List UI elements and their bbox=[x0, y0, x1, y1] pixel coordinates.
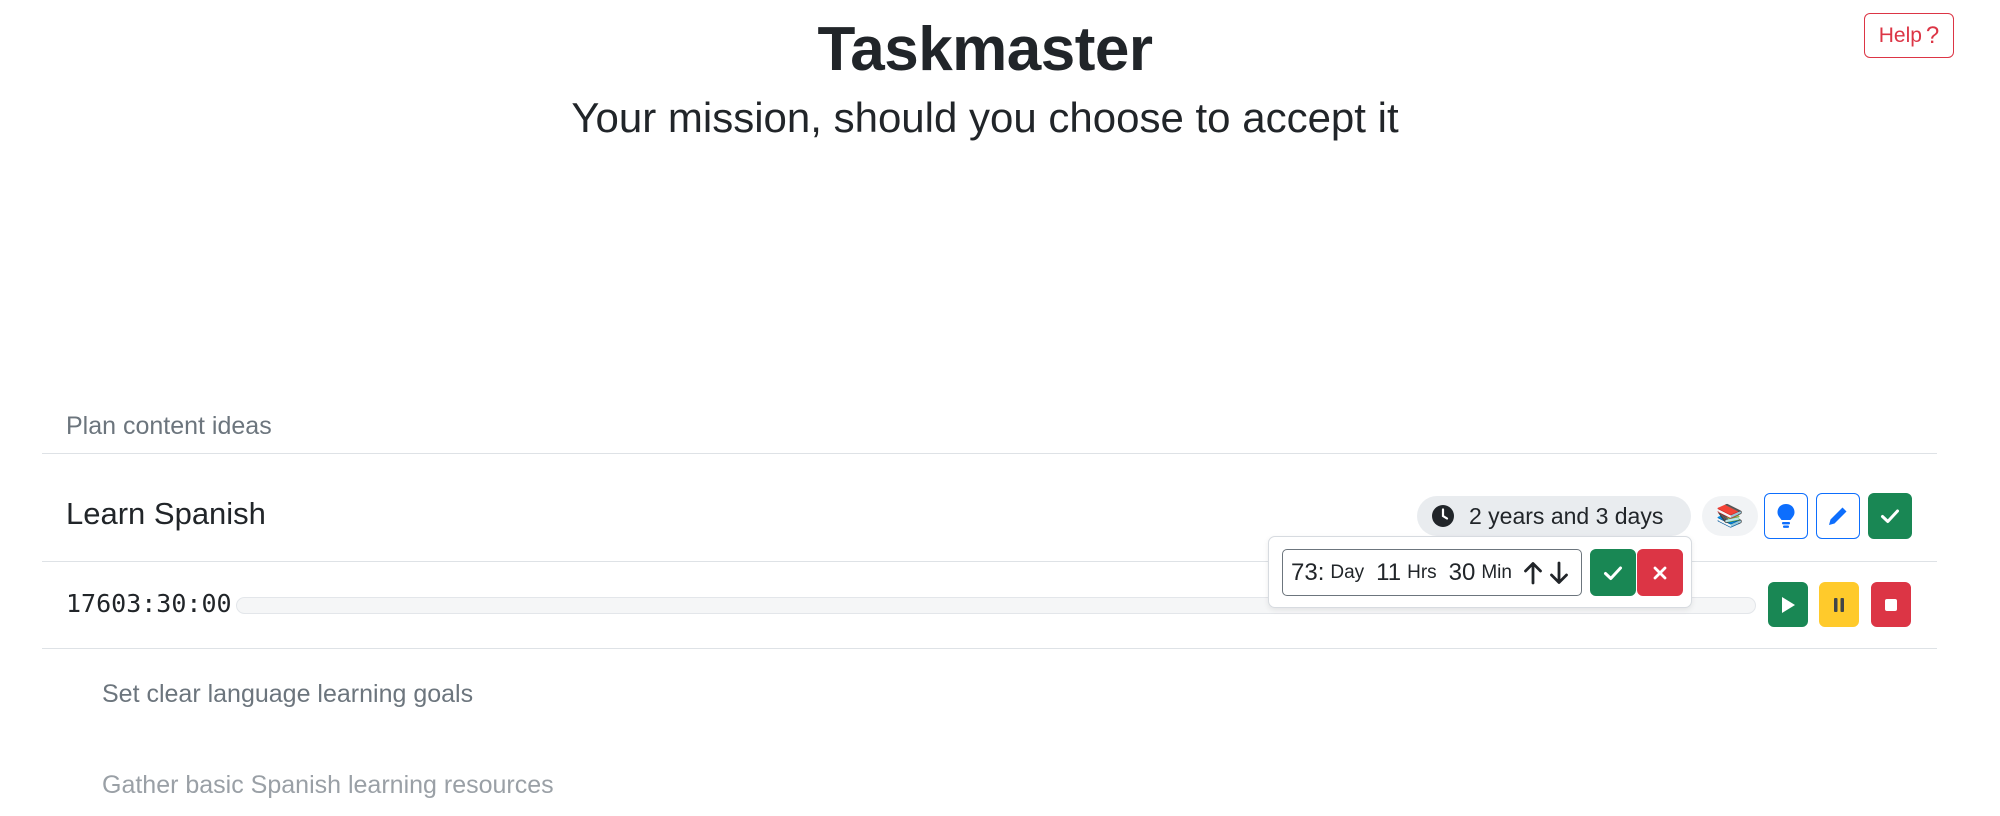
arrow-up-icon[interactable] bbox=[1522, 560, 1544, 586]
duration-input[interactable]: 73: Day 11 Hrs 30 Min bbox=[1282, 549, 1582, 596]
start-timer-button[interactable] bbox=[1768, 582, 1808, 627]
clock-icon bbox=[1432, 505, 1454, 527]
timer-display: 17603:30:00 bbox=[66, 589, 232, 618]
close-icon bbox=[1653, 566, 1667, 579]
edit-button[interactable] bbox=[1816, 493, 1860, 539]
page-subtitle: Your mission, should you choose to accep… bbox=[571, 94, 1399, 141]
pause-timer-button[interactable] bbox=[1819, 582, 1859, 627]
stop-icon bbox=[1885, 598, 1897, 611]
task-title: Learn Spanish bbox=[66, 496, 266, 531]
pencil-icon bbox=[1829, 507, 1847, 525]
minutes-input[interactable]: 30 bbox=[1449, 559, 1476, 587]
confirm-time-button[interactable] bbox=[1590, 549, 1636, 596]
subtask-item[interactable]: Gather basic Spanish learning resources bbox=[102, 771, 554, 800]
help-button[interactable]: Help ? bbox=[1864, 13, 1954, 58]
check-icon bbox=[1604, 566, 1622, 580]
duration-text: 2 years and 3 days bbox=[1469, 502, 1664, 529]
days-unit-label: Day bbox=[1330, 561, 1365, 583]
app-page: Taskmaster Your mission, should you choo… bbox=[0, 0, 2000, 816]
pause-icon bbox=[1834, 597, 1844, 612]
question-mark-icon: ? bbox=[1925, 21, 1940, 49]
complete-task-button[interactable] bbox=[1868, 493, 1912, 539]
subtask-item[interactable]: Set clear language learning goals bbox=[102, 680, 473, 709]
play-icon bbox=[1782, 596, 1795, 613]
hours-input[interactable]: 11 bbox=[1376, 559, 1401, 587]
stop-timer-button[interactable] bbox=[1871, 582, 1911, 627]
lightbulb-icon bbox=[1777, 504, 1795, 528]
idea-button[interactable] bbox=[1764, 493, 1808, 539]
emoji-badge[interactable]: 📚 bbox=[1702, 496, 1758, 536]
divider bbox=[42, 453, 1937, 454]
time-editor-popover: 73: Day 11 Hrs 30 Min bbox=[1268, 536, 1692, 608]
check-icon bbox=[1881, 509, 1899, 523]
books-icon: 📚 bbox=[1716, 503, 1744, 528]
hours-unit-label: Hrs bbox=[1407, 561, 1437, 583]
help-label: Help bbox=[1878, 23, 1922, 47]
page-title: Taskmaster bbox=[817, 15, 1153, 84]
days-input[interactable]: 73: bbox=[1291, 559, 1324, 587]
list-item[interactable]: Plan content ideas bbox=[66, 412, 272, 441]
cancel-time-button[interactable] bbox=[1637, 549, 1683, 596]
arrow-down-icon[interactable] bbox=[1548, 560, 1570, 586]
minutes-unit-label: Min bbox=[1481, 561, 1512, 583]
duration-badge[interactable]: 2 years and 3 days bbox=[1417, 496, 1691, 536]
divider bbox=[42, 648, 1937, 649]
